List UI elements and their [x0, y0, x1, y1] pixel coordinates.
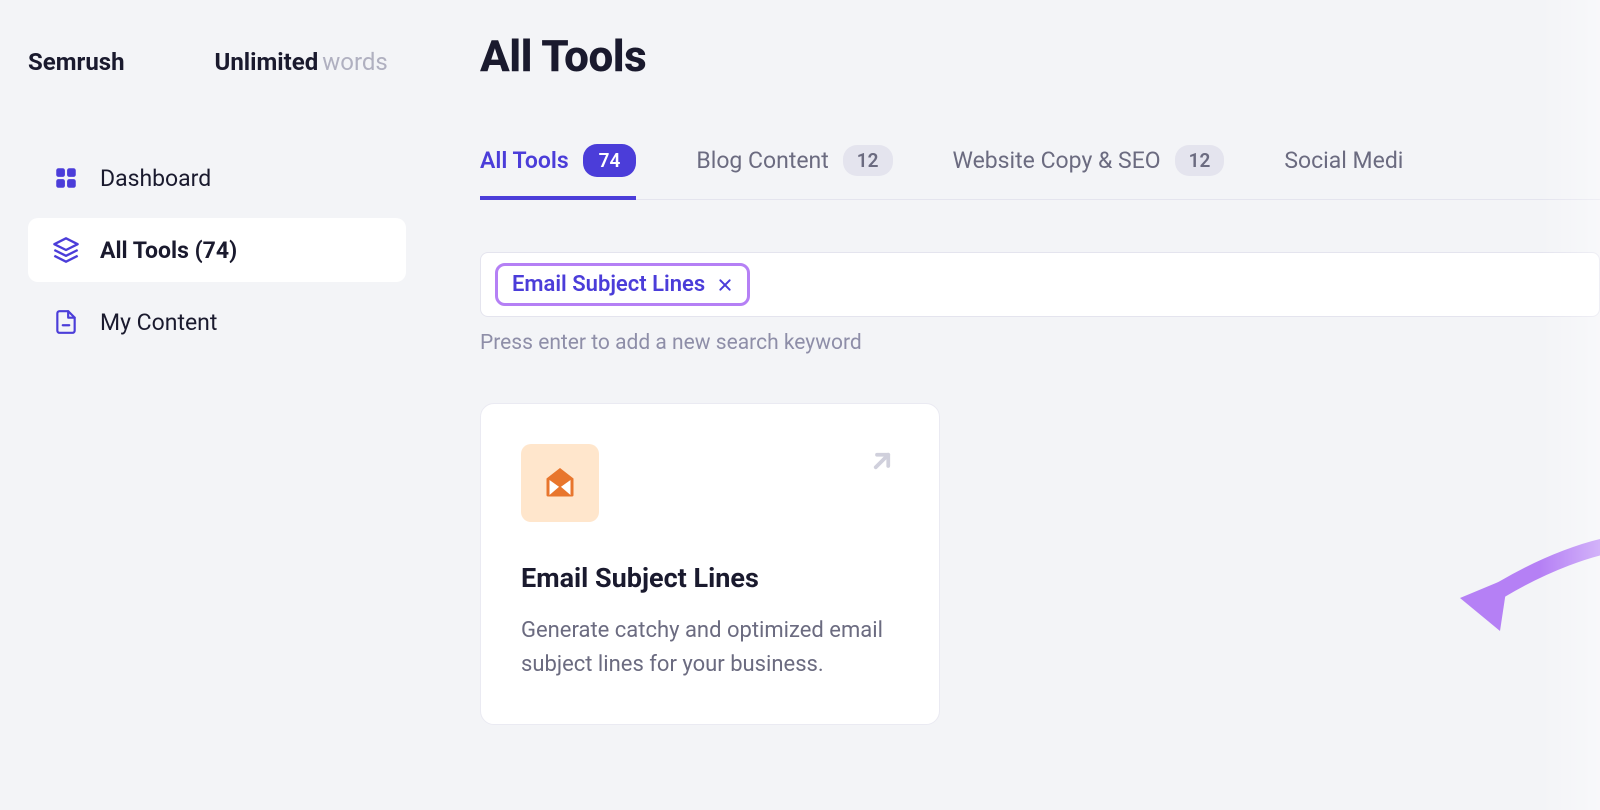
- envelope-open-icon: [521, 444, 599, 522]
- plan-suffix: words: [322, 48, 388, 76]
- tab-label: Social Medi: [1284, 147, 1403, 174]
- tab-label: All Tools: [480, 147, 569, 174]
- tab-social-media[interactable]: Social Medi: [1284, 144, 1403, 199]
- sidebar-item-my-content[interactable]: My Content: [28, 290, 406, 354]
- search-hint: Press enter to add a new search keyword: [480, 331, 1600, 355]
- results: Email Subject Lines Generate catchy and …: [480, 403, 1600, 725]
- card-description: Generate catchy and optimized email subj…: [521, 614, 899, 682]
- sidebar-item-label: My Content: [100, 309, 217, 336]
- external-link-icon: [867, 446, 897, 480]
- tab-label: Website Copy & SEO: [953, 147, 1161, 174]
- tab-blog-content[interactable]: Blog Content 12: [696, 144, 892, 199]
- sidebar: Semrush Unlimited words Dashboard All To…: [0, 0, 430, 810]
- tab-label: Blog Content: [696, 147, 828, 174]
- plan-label: Unlimited words: [215, 48, 388, 76]
- search-tag-label: Email Subject Lines: [512, 272, 705, 297]
- tab-website-copy-seo[interactable]: Website Copy & SEO 12: [953, 144, 1225, 199]
- main-content: All Tools All Tools 74 Blog Content 12 W…: [430, 0, 1600, 810]
- sidebar-item-all-tools[interactable]: All Tools (74): [28, 218, 406, 282]
- search-tag[interactable]: Email Subject Lines: [495, 263, 750, 306]
- search-input[interactable]: Email Subject Lines: [480, 252, 1600, 317]
- sidebar-item-label: All Tools (74): [100, 237, 237, 264]
- plan-name: Unlimited: [215, 48, 319, 76]
- close-icon[interactable]: [717, 277, 733, 293]
- sidebar-item-dashboard[interactable]: Dashboard: [28, 146, 406, 210]
- sidebar-header: Semrush Unlimited words: [28, 48, 406, 76]
- sidebar-item-label: Dashboard: [100, 165, 211, 192]
- tab-badge: 12: [843, 145, 893, 176]
- search-area: Email Subject Lines Press enter to add a…: [480, 252, 1600, 355]
- document-icon: [52, 308, 80, 336]
- tab-badge: 74: [583, 144, 637, 177]
- brand-name: Semrush: [28, 48, 125, 76]
- tool-card-email-subject-lines[interactable]: Email Subject Lines Generate catchy and …: [480, 403, 940, 725]
- tabs: All Tools 74 Blog Content 12 Website Cop…: [480, 144, 1600, 200]
- annotation-arrow-icon: [1450, 533, 1600, 657]
- card-title: Email Subject Lines: [521, 562, 899, 594]
- tab-all-tools[interactable]: All Tools 74: [480, 144, 636, 199]
- tab-badge: 12: [1175, 145, 1225, 176]
- dashboard-icon: [52, 164, 80, 192]
- sidebar-nav: Dashboard All Tools (74) My Content: [28, 146, 406, 354]
- page-title: All Tools: [480, 30, 1600, 82]
- layers-icon: [52, 236, 80, 264]
